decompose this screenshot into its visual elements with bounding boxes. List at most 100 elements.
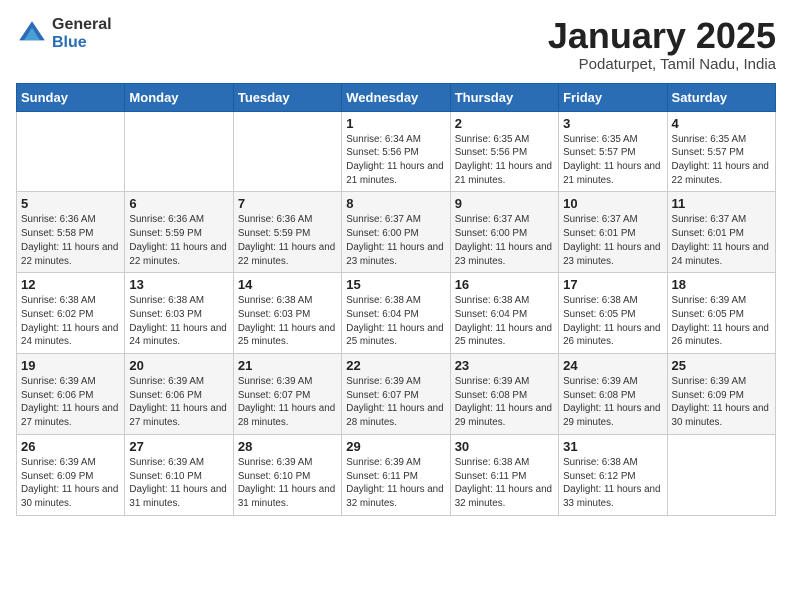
calendar-week-5: 26 Sunrise: 6:39 AMSunset: 6:09 PMDayligh… — [17, 434, 776, 515]
day-number: 25 — [672, 358, 771, 373]
calendar-cell: 2Sunrise: 6:35 AMSunset: 5:56 PMDaylight… — [450, 111, 558, 192]
calendar-cell: 9 Sunrise: 6:37 AMSunset: 6:00 PMDaylight… — [450, 192, 558, 273]
day-info: Sunrise: 6:39 AMSunset: 6:11 PMDaylight:… — [346, 456, 445, 511]
calendar-cell: 21 Sunrise: 6:39 AMSunset: 6:07 PMDayligh… — [233, 354, 341, 435]
day-number: 7 — [238, 196, 337, 211]
calendar-body: 1 Sunrise: 6:34 AMSunset: 5:56 PMDaylight… — [17, 111, 776, 515]
day-info: Sunrise: 6:36 AMSunset: 5:59 PMDaylight:… — [238, 213, 337, 268]
day-number: 6 — [129, 196, 228, 211]
calendar-cell: 15 Sunrise: 6:38 AMSunset: 6:04 PMDayligh… — [342, 273, 450, 354]
logo-blue-text: Blue — [52, 34, 112, 52]
day-number: 31 — [563, 439, 662, 454]
weekday-header-tuesday: Tuesday — [233, 83, 341, 111]
day-info: Sunrise: 6:39 AMSunset: 6:10 PMDaylight:… — [238, 456, 337, 511]
day-number: 16 — [455, 277, 554, 292]
day-number: 1 — [346, 116, 445, 131]
day-number: 2 — [455, 116, 554, 131]
day-number: 29 — [346, 439, 445, 454]
day-info: Sunrise: 6:38 AMSunset: 6:02 PMDaylight:… — [21, 294, 120, 349]
calendar-cell: 16 Sunrise: 6:38 AMSunset: 6:04 PMDayligh… — [450, 273, 558, 354]
logo-general-text: General — [52, 16, 112, 34]
day-info: Sunrise: 6:37 AMSunset: 6:00 PMDaylight:… — [346, 213, 445, 268]
calendar-cell: 28 Sunrise: 6:39 AMSunset: 6:10 PMDayligh… — [233, 434, 341, 515]
day-number: 5 — [21, 196, 120, 211]
day-number: 30 — [455, 439, 554, 454]
day-number: 9 — [455, 196, 554, 211]
day-info: Sunrise: 6:37 AMSunset: 6:00 PMDaylight:… — [455, 213, 554, 268]
calendar-cell: 18Sunrise: 6:39 AMSunset: 6:05 PMDayligh… — [667, 273, 775, 354]
calendar-week-3: 12 Sunrise: 6:38 AMSunset: 6:02 PMDayligh… — [17, 273, 776, 354]
day-number: 22 — [346, 358, 445, 373]
day-info: Sunrise: 6:38 AMSunset: 6:03 PMDaylight:… — [129, 294, 228, 349]
logo-icon — [16, 18, 48, 50]
day-number: 19 — [21, 358, 120, 373]
title-block: January 2025 Podaturpet, Tamil Nadu, Ind… — [548, 16, 776, 73]
day-number: 17 — [563, 277, 662, 292]
calendar-cell: 27Sunrise: 6:39 AMSunset: 6:10 PMDayligh… — [125, 434, 233, 515]
weekday-header-friday: Friday — [559, 83, 667, 111]
calendar-cell: 14Sunrise: 6:38 AMSunset: 6:03 PMDayligh… — [233, 273, 341, 354]
day-number: 18 — [672, 277, 771, 292]
day-info: Sunrise: 6:35 AMSunset: 5:57 PMDaylight:… — [672, 133, 771, 188]
calendar-cell — [233, 111, 341, 192]
calendar-cell: 31 Sunrise: 6:38 AMSunset: 6:12 PMDayligh… — [559, 434, 667, 515]
calendar-cell: 7 Sunrise: 6:36 AMSunset: 5:59 PMDaylight… — [233, 192, 341, 273]
day-info: Sunrise: 6:37 AMSunset: 6:01 PMDaylight:… — [672, 213, 771, 268]
logo-text: General Blue — [52, 16, 112, 51]
day-info: Sunrise: 6:39 AMSunset: 6:06 PMDaylight:… — [21, 375, 120, 430]
day-info: Sunrise: 6:39 AMSunset: 6:09 PMDaylight:… — [21, 456, 120, 511]
calendar-cell: 30 Sunrise: 6:38 AMSunset: 6:11 PMDayligh… — [450, 434, 558, 515]
day-info: Sunrise: 6:38 AMSunset: 6:04 PMDaylight:… — [346, 294, 445, 349]
calendar-cell: 22 Sunrise: 6:39 AMSunset: 6:07 PMDayligh… — [342, 354, 450, 435]
calendar-cell — [667, 434, 775, 515]
day-info: Sunrise: 6:34 AMSunset: 5:56 PMDaylight:… — [346, 133, 445, 188]
day-info: Sunrise: 6:39 AMSunset: 6:10 PMDaylight:… — [129, 456, 228, 511]
day-info: Sunrise: 6:37 AMSunset: 6:01 PMDaylight:… — [563, 213, 662, 268]
weekday-header-sunday: Sunday — [17, 83, 125, 111]
day-info: Sunrise: 6:38 AMSunset: 6:03 PMDaylight:… — [238, 294, 337, 349]
day-info: Sunrise: 6:39 AMSunset: 6:06 PMDaylight:… — [129, 375, 228, 430]
day-info: Sunrise: 6:36 AMSunset: 5:59 PMDaylight:… — [129, 213, 228, 268]
day-info: Sunrise: 6:36 AMSunset: 5:58 PMDaylight:… — [21, 213, 120, 268]
day-number: 26 — [21, 439, 120, 454]
day-info: Sunrise: 6:35 AMSunset: 5:57 PMDaylight:… — [563, 133, 662, 188]
day-number: 4 — [672, 116, 771, 131]
day-number: 10 — [563, 196, 662, 211]
calendar-cell: 6 Sunrise: 6:36 AMSunset: 5:59 PMDaylight… — [125, 192, 233, 273]
calendar-cell: 24Sunrise: 6:39 AMSunset: 6:08 PMDayligh… — [559, 354, 667, 435]
day-number: 21 — [238, 358, 337, 373]
weekday-header-thursday: Thursday — [450, 83, 558, 111]
day-info: Sunrise: 6:39 AMSunset: 6:07 PMDaylight:… — [346, 375, 445, 430]
day-number: 12 — [21, 277, 120, 292]
day-info: Sunrise: 6:38 AMSunset: 6:11 PMDaylight:… — [455, 456, 554, 511]
location: Podaturpet, Tamil Nadu, India — [548, 56, 776, 73]
day-number: 3 — [563, 116, 662, 131]
calendar-cell: 23Sunrise: 6:39 AMSunset: 6:08 PMDayligh… — [450, 354, 558, 435]
calendar-cell: 13Sunrise: 6:38 AMSunset: 6:03 PMDayligh… — [125, 273, 233, 354]
day-info: Sunrise: 6:38 AMSunset: 6:05 PMDaylight:… — [563, 294, 662, 349]
calendar-cell: 5 Sunrise: 6:36 AMSunset: 5:58 PMDaylight… — [17, 192, 125, 273]
logo: General Blue — [16, 16, 112, 51]
weekday-row: SundayMondayTuesdayWednesdayThursdayFrid… — [17, 83, 776, 111]
calendar-week-2: 5 Sunrise: 6:36 AMSunset: 5:58 PMDaylight… — [17, 192, 776, 273]
calendar-cell: 1 Sunrise: 6:34 AMSunset: 5:56 PMDaylight… — [342, 111, 450, 192]
calendar-cell: 8Sunrise: 6:37 AMSunset: 6:00 PMDaylight… — [342, 192, 450, 273]
calendar-week-1: 1 Sunrise: 6:34 AMSunset: 5:56 PMDaylight… — [17, 111, 776, 192]
calendar-cell: 3 Sunrise: 6:35 AMSunset: 5:57 PMDaylight… — [559, 111, 667, 192]
day-number: 11 — [672, 196, 771, 211]
day-number: 28 — [238, 439, 337, 454]
day-info: Sunrise: 6:39 AMSunset: 6:09 PMDaylight:… — [672, 375, 771, 430]
day-info: Sunrise: 6:38 AMSunset: 6:12 PMDaylight:… — [563, 456, 662, 511]
day-info: Sunrise: 6:38 AMSunset: 6:04 PMDaylight:… — [455, 294, 554, 349]
calendar-cell: 25 Sunrise: 6:39 AMSunset: 6:09 PMDayligh… — [667, 354, 775, 435]
weekday-header-wednesday: Wednesday — [342, 83, 450, 111]
calendar-header: SundayMondayTuesdayWednesdayThursdayFrid… — [17, 83, 776, 111]
day-number: 15 — [346, 277, 445, 292]
day-info: Sunrise: 6:39 AMSunset: 6:07 PMDaylight:… — [238, 375, 337, 430]
weekday-header-saturday: Saturday — [667, 83, 775, 111]
calendar-cell: 10 Sunrise: 6:37 AMSunset: 6:01 PMDayligh… — [559, 192, 667, 273]
page-header: General Blue January 2025 Podaturpet, Ta… — [16, 16, 776, 73]
calendar-cell: 19 Sunrise: 6:39 AMSunset: 6:06 PMDayligh… — [17, 354, 125, 435]
calendar-cell — [125, 111, 233, 192]
calendar-cell: 26 Sunrise: 6:39 AMSunset: 6:09 PMDayligh… — [17, 434, 125, 515]
